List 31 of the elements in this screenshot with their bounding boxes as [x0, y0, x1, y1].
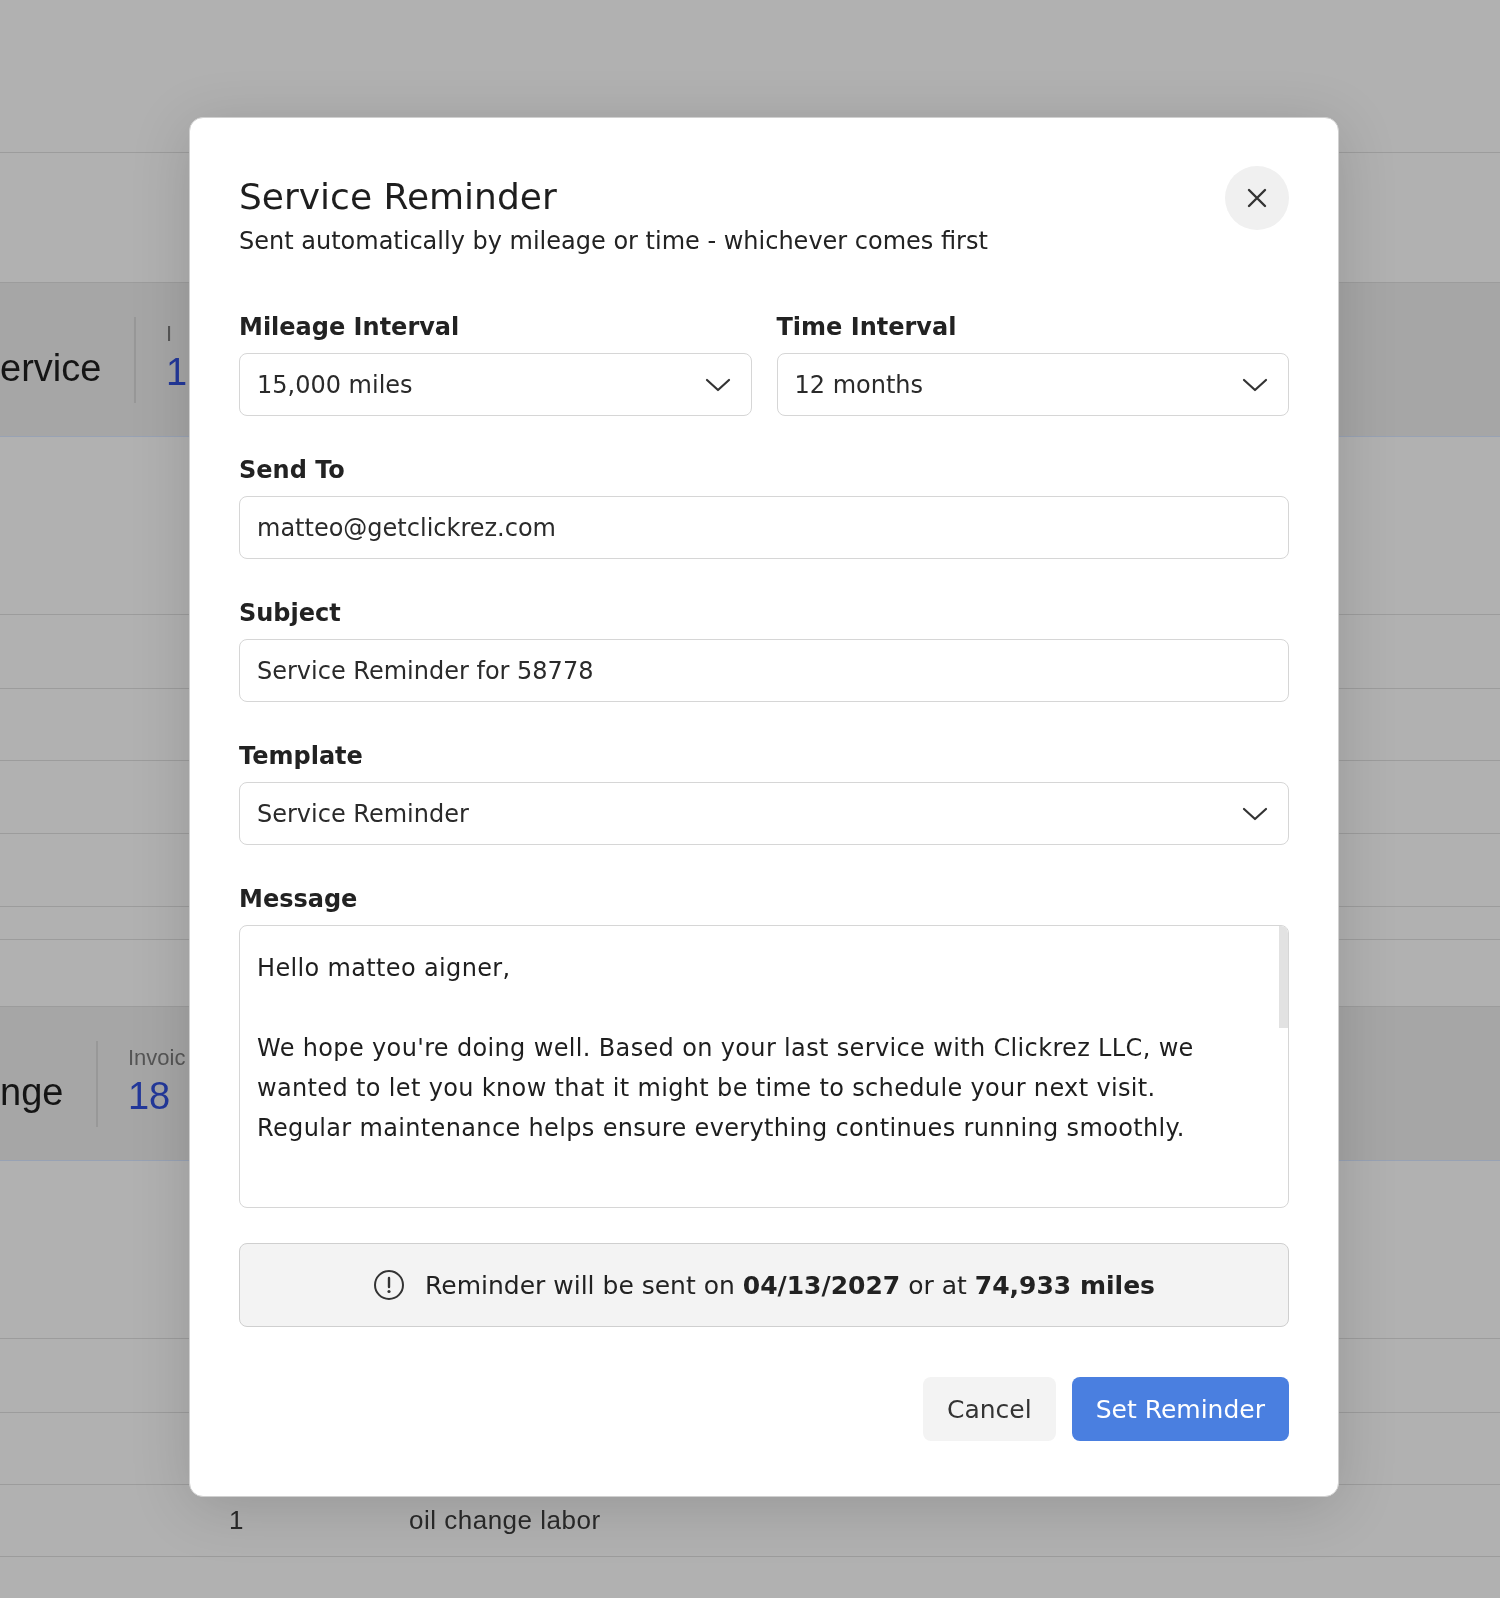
stat-label: I [165, 321, 173, 347]
dropdown[interactable]: 12 months [776, 353, 1289, 416]
stat-value: 18 [127, 1075, 172, 1118]
field-label: Mileage Interval [239, 313, 461, 341]
field-label: Send To [239, 456, 346, 484]
message-field[interactable]: Hello matteo aigner, We hope you're doing well. Based on your last service with Clickrez LLC, we wanted to let you know that it might be time to schedule your next visit. Regular maintenance helps ensure everything continues running smoothly. [239, 925, 1289, 1208]
input-field[interactable]: Service Reminder for 58778 [239, 639, 1289, 702]
dropdown[interactable]: 15,000 miles [239, 353, 752, 416]
field-label: Template [239, 742, 364, 770]
section-title: nge [0, 1071, 64, 1114]
scrollbar-thumb[interactable] [1279, 926, 1288, 1028]
info-icon [373, 1269, 406, 1301]
notice-text: Reminder will be sent on 04/13/2027 or at 74,933 miles [425, 1270, 1155, 1300]
input-field[interactable]: matteo@getclickrez.com [239, 496, 1289, 559]
field-label: Time Interval [776, 313, 958, 341]
item-description: oil change labor [409, 1505, 601, 1536]
dialog-subtitle: Sent automatically by mileage or time - whichever comes first [239, 227, 988, 255]
chevron-down-icon [1242, 376, 1268, 393]
field-label: Message [239, 885, 359, 913]
field-label: Subject [239, 599, 342, 627]
chevron-down-icon [704, 376, 731, 393]
close-icon [1245, 186, 1269, 210]
set-reminder-button[interactable]: Set Reminder [1071, 1377, 1289, 1441]
dialog-title: Service Reminder [239, 176, 558, 217]
quantity-text: 1 [228, 1505, 245, 1536]
section-title: ervice [0, 347, 102, 390]
stat-value: 1 [165, 351, 187, 394]
stat-label: Invoic [127, 1045, 186, 1071]
chevron-down-icon [1242, 805, 1268, 822]
dropdown[interactable]: Service Reminder [239, 782, 1289, 845]
cancel-button[interactable]: Cancel [923, 1377, 1056, 1441]
